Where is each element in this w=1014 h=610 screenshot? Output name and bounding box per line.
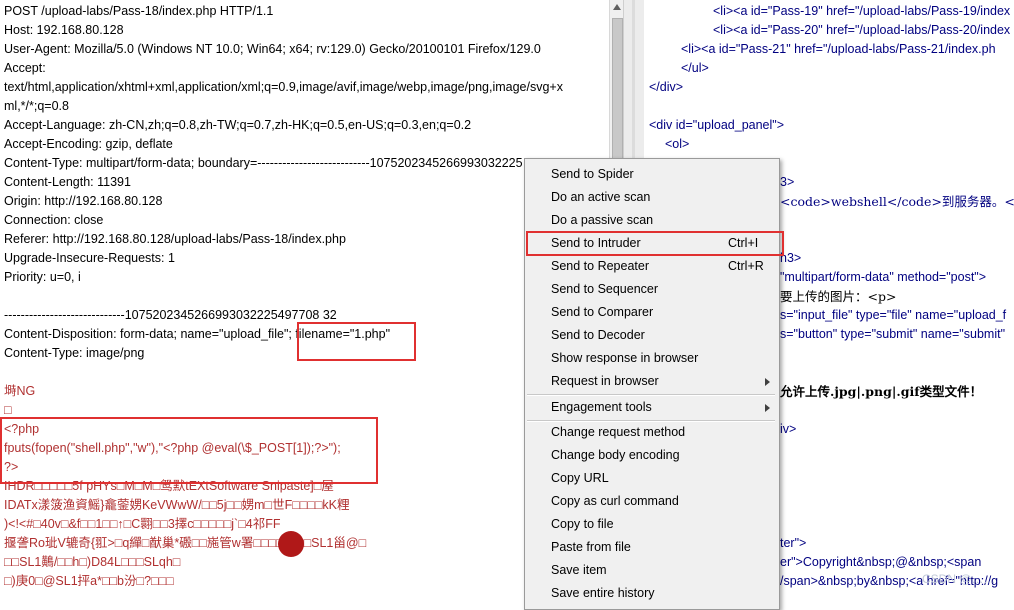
menu-item-save-entire-history[interactable]: Save entire history <box>525 582 779 605</box>
menu-item-show-response-in-browser[interactable]: Show response in browser <box>525 347 779 370</box>
intruder-highlight-box <box>526 231 784 256</box>
request-header: Accept: <box>4 61 46 75</box>
binary-line: )<!<#□40v□&f□□1□□↑□C翾□□3擇c□□□□□j`□4祁FF <box>4 517 281 531</box>
part-content-type: Content-Type: image/png <box>4 346 145 360</box>
menu-item-send-to-sequencer[interactable]: Send to Sequencer <box>525 278 779 301</box>
multipart-boundary: -----------------------------10752023452… <box>4 308 337 322</box>
response-line: s="input_file" type="file" name="upload_… <box>780 308 1007 322</box>
request-header: Content-Type: multipart/form-data; bound… <box>4 156 523 170</box>
binary-line: □□SL1鷬/□□h□)D84L□□□SLqh□ <box>4 555 181 569</box>
request-line: POST /upload-labs/Pass-18/index.php HTTP… <box>4 4 274 18</box>
menu-item-copy-to-file[interactable]: Copy to file <box>525 513 779 536</box>
request-header: Referer: http://192.168.80.128/upload-la… <box>4 232 346 246</box>
response-line: <div id="upload_panel"> <box>649 118 785 132</box>
menu-item-request-in-browser[interactable]: Request in browser <box>525 370 779 393</box>
request-header: Content-Length: 11391 <box>4 175 131 189</box>
response-line: <li><a id="Pass-19" href="/upload-labs/P… <box>713 4 1011 18</box>
response-line: </ul> <box>681 61 709 75</box>
submenu-arrow-icon <box>765 378 770 386</box>
request-header: Host: 192.168.80.128 <box>4 23 124 37</box>
shortcut-label: Ctrl+R <box>728 259 764 273</box>
menu-item-send-to-spider[interactable]: Send to Spider <box>525 163 779 186</box>
menu-item-copy-url[interactable]: Copy URL <box>525 467 779 490</box>
menu-item-save-item[interactable]: Save item <box>525 559 779 582</box>
menu-item-copy-as-curl[interactable]: Copy as curl command <box>525 490 779 513</box>
scroll-up-icon[interactable] <box>613 4 621 10</box>
submenu-arrow-icon <box>765 404 770 412</box>
response-line: "multipart/form-data" method="post"> <box>780 270 987 284</box>
response-line: </div> <box>649 80 684 94</box>
request-header: Accept-Encoding: gzip, deflate <box>4 137 173 151</box>
menu-item-paste-from-file[interactable]: Paste from file <box>525 536 779 559</box>
response-line: ter"> <box>780 536 807 550</box>
request-header: Origin: http://192.168.80.128 <box>4 194 163 208</box>
filename-highlight-box <box>297 322 416 361</box>
binary-line: □)庚0□@SL1抨a*□□b汾□?□□□ <box>4 574 174 588</box>
response-line: er">Copyright&nbsp;@&nbsp;<span <box>780 555 982 569</box>
response-line: 3> <box>780 175 795 189</box>
mouse-cursor-marker <box>278 531 304 557</box>
menu-item-engagement-tools[interactable]: Engagement tools <box>525 396 779 419</box>
png-header: 塒NG <box>4 384 36 398</box>
request-header: Accept-Language: zh-CN,zh;q=0.8,zh-TW;q=… <box>4 118 472 132</box>
response-line: s="button" type="submit" name="submit" <box>780 327 1005 341</box>
php-payload-highlight-box <box>0 417 378 484</box>
response-line: <code>webshell</code>到服务器。</p <box>780 194 1014 209</box>
menu-item-passive-scan[interactable]: Do a passive scan <box>525 209 779 232</box>
response-line: <li><a id="Pass-20" href="/upload-labs/P… <box>713 23 1011 37</box>
response-line: iv> <box>780 422 797 436</box>
menu-item-send-to-repeater[interactable]: Send to Repeater Ctrl+R <box>525 255 779 278</box>
binary-line: IDATx漾箥渔資鰩}龕蓥娚KeVWwW/□□5j□□娚m□世F□□□□kK粴 <box>4 498 350 512</box>
request-header: User-Agent: Mozilla/5.0 (Windows NT 10.0… <box>4 42 541 56</box>
request-header: Connection: close <box>4 213 104 227</box>
menu-item-send-to-comparer[interactable]: Send to Comparer <box>525 301 779 324</box>
menu-item-active-scan[interactable]: Do an active scan <box>525 186 779 209</box>
binary-line: 揠詟Ro玼V辘奇{羾>□q繟□猷巢*磤□□崺管w署□□□□岁□□SL1甾@□ <box>4 536 367 550</box>
response-line: 要上传的图片：<p> <box>780 289 897 304</box>
request-header: Upgrade-Insecure-Requests: 1 <box>4 251 175 265</box>
request-header: Priority: u=0, i <box>4 270 81 284</box>
response-line: <ol> <box>665 137 690 151</box>
request-header: ml,*/*;q=0.8 <box>4 99 69 113</box>
watermark: CSDN @…… <box>922 572 996 586</box>
response-line: 允许上传.jpg|.png|.gif类型文件！ <box>780 384 983 399</box>
response-line: <li><a id="Pass-21" href="/upload-labs/P… <box>681 42 996 56</box>
menu-item-change-request-method[interactable]: Change request method <box>525 421 779 444</box>
request-header: text/html,application/xhtml+xml,applicat… <box>4 80 563 94</box>
menu-item-change-body-encoding[interactable]: Change body encoding <box>525 444 779 467</box>
context-menu[interactable]: Send to Spider Do an active scan Do a pa… <box>524 158 780 610</box>
menu-item-send-to-decoder[interactable]: Send to Decoder <box>525 324 779 347</box>
